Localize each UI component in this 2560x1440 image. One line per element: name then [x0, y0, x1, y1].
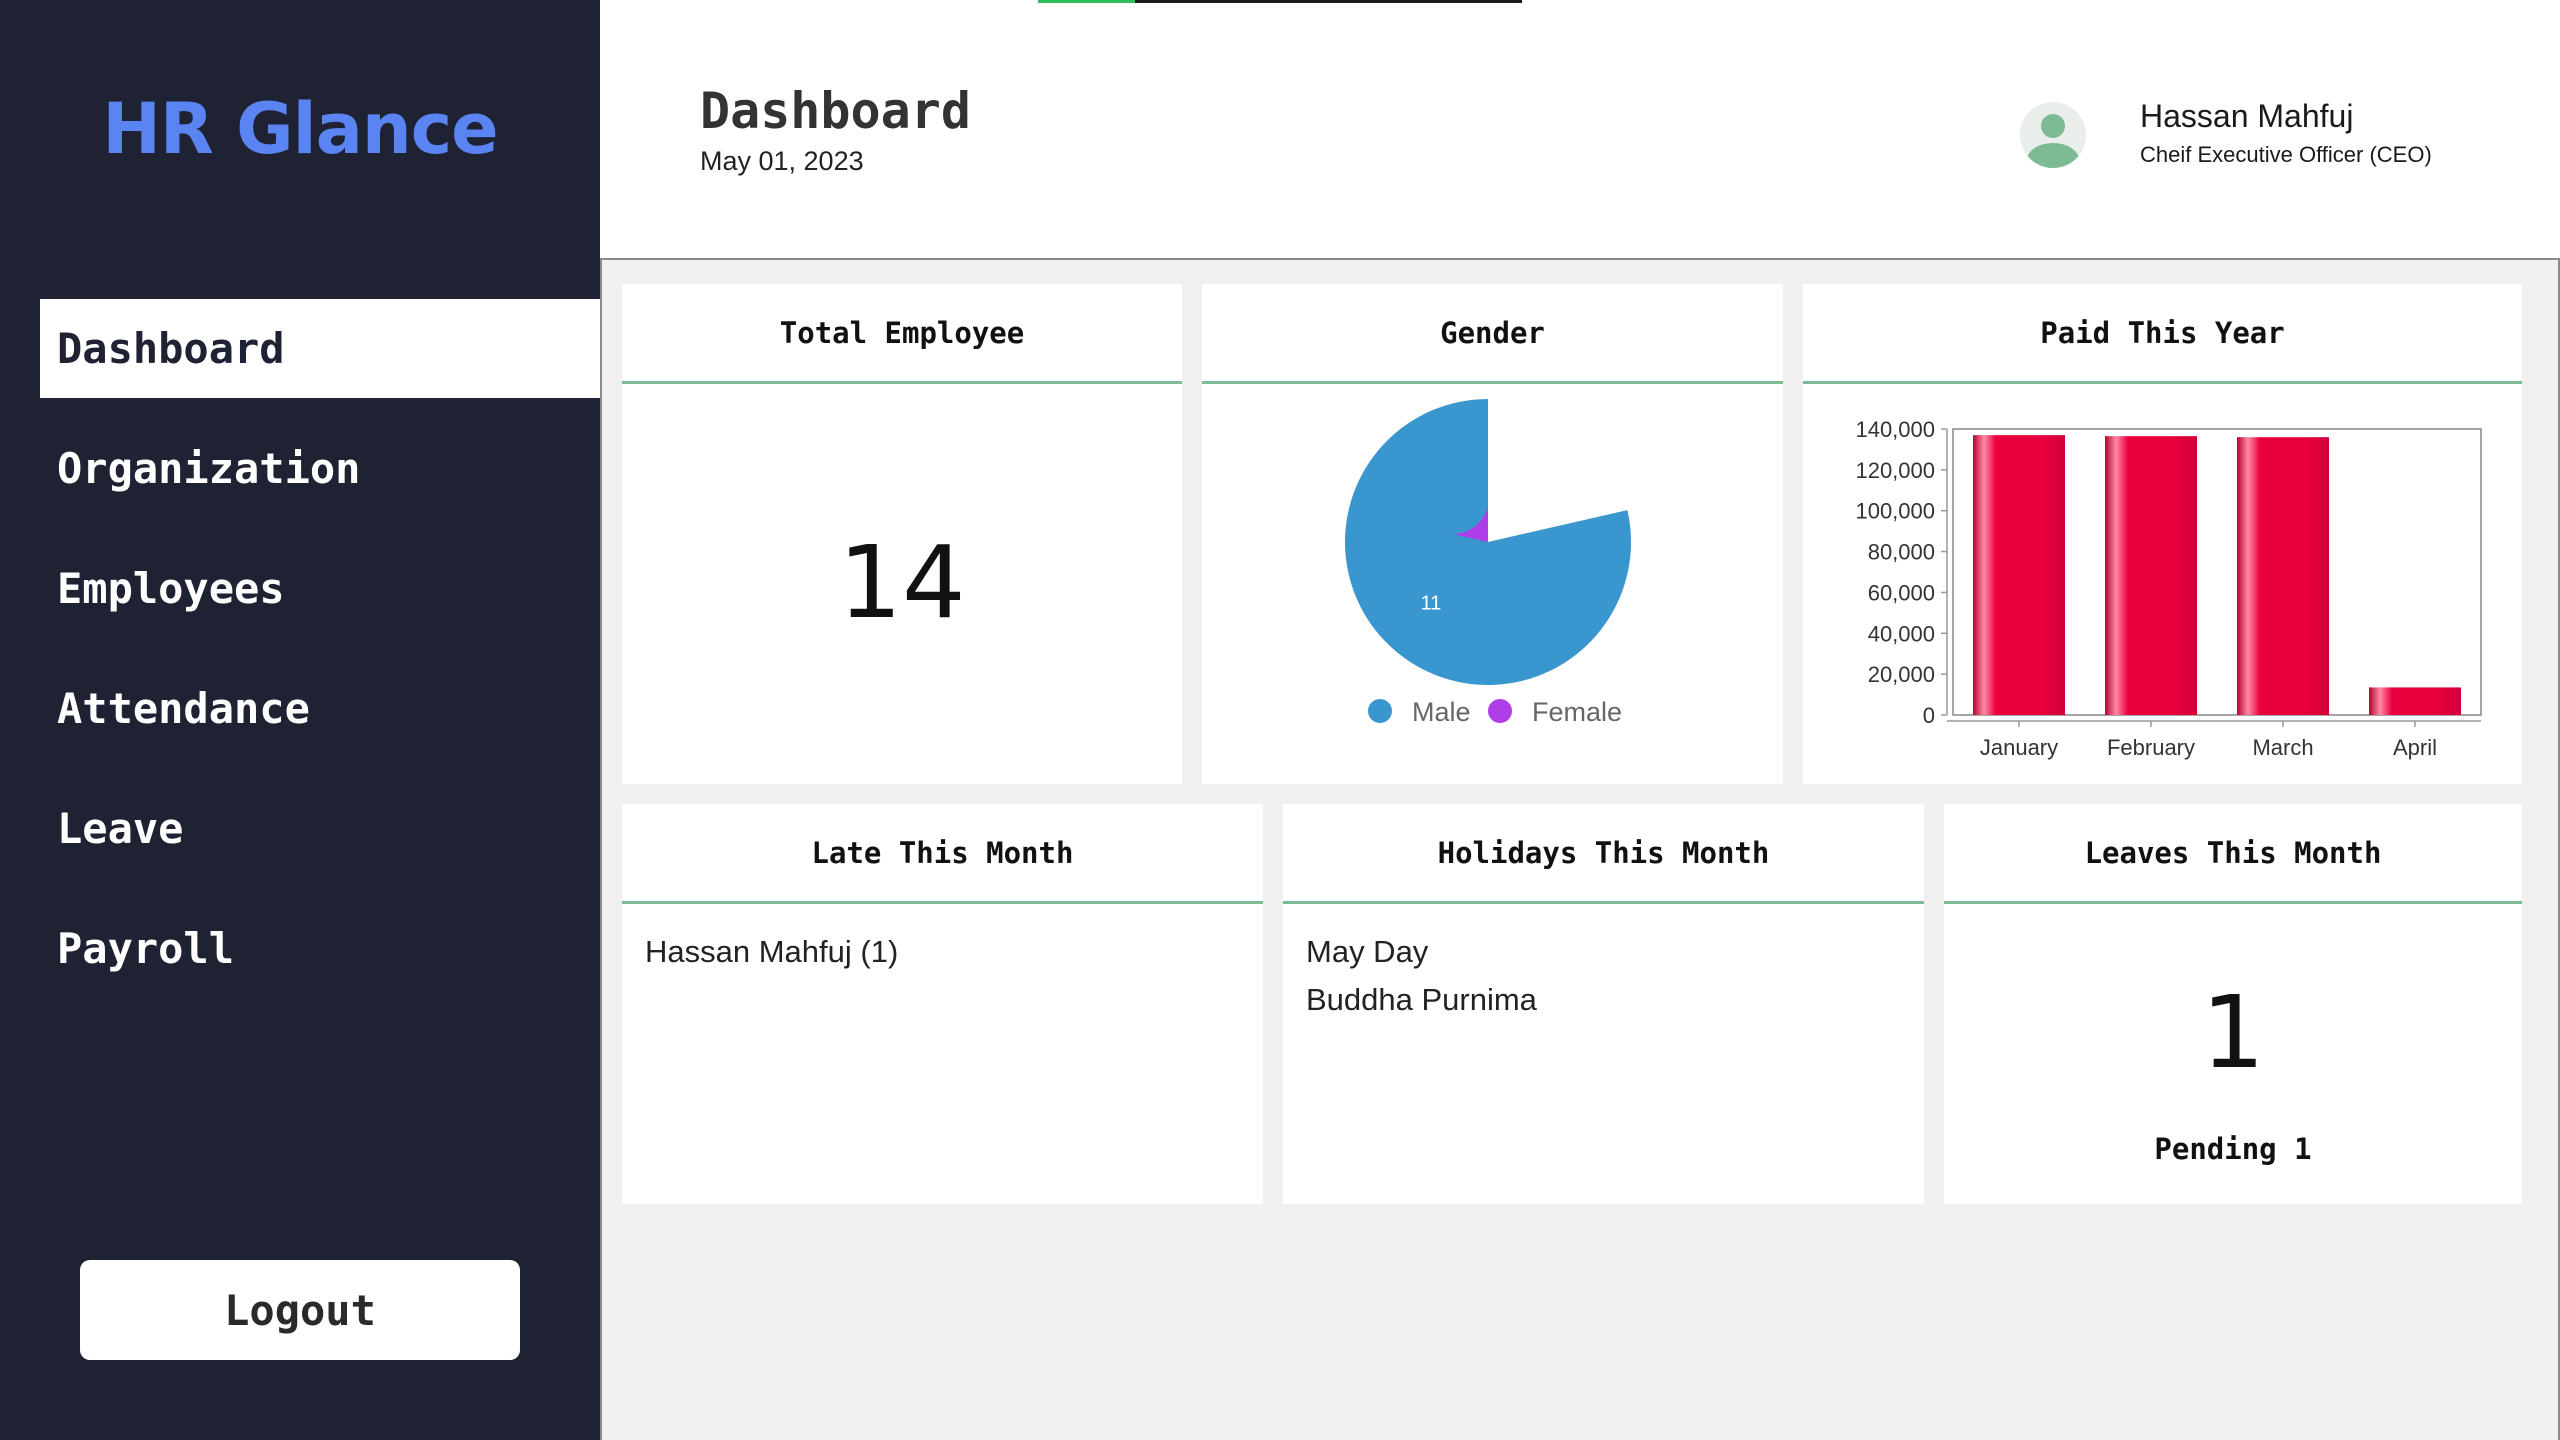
x-tick-label: March [2252, 735, 2313, 760]
gender-pie-chart: 11 3 Male Female [1345, 399, 1631, 727]
y-tick-label: 120,000 [1855, 458, 1935, 483]
gender-card: Gender 11 3 Male Female [1202, 284, 1783, 784]
card-title: Late This Month [622, 804, 1263, 904]
paid-this-year-card: Paid This Year 0 20,000 40,000 60,000 80,000… [1803, 284, 2522, 784]
leaves-this-month-card: Leaves This Month 1 Pending 1 [1944, 804, 2522, 1204]
legend-marker-female [1488, 699, 1512, 723]
holiday-list-item: May Day [1306, 934, 1429, 969]
y-tick-label: 140,000 [1855, 417, 1935, 442]
sidebar-item-organization[interactable]: Organization [40, 419, 600, 518]
sidebar-item-employees[interactable]: Employees [40, 539, 600, 638]
late-list-item: Hassan Mahfuj (1) [645, 934, 899, 969]
user-avatar-icon[interactable] [2020, 102, 2086, 168]
pie-label-male: 11 [1421, 592, 1442, 614]
app-logo-title: HR Glance [102, 88, 498, 170]
bar-april [2369, 687, 2461, 715]
card-title: Paid This Year [1803, 284, 2522, 384]
card-title: Leaves This Month [1944, 804, 2522, 904]
page-title: Dashboard [700, 82, 971, 140]
y-tick-label: 20,000 [1868, 662, 1935, 687]
legend-marker-male [1368, 699, 1392, 723]
legend-label-male: Male [1412, 697, 1471, 727]
bar-january [1973, 435, 2065, 715]
sidebar-item-leave[interactable]: Leave [40, 779, 600, 878]
brand-panel: HR Glance [0, 0, 600, 258]
late-list: Hassan Mahfuj (1) [622, 904, 1263, 976]
y-tick-label: 80,000 [1868, 540, 1935, 565]
y-tick-label: 40,000 [1868, 621, 1935, 646]
sidebar-item-dashboard[interactable]: Dashboard [40, 299, 600, 398]
sidebar-item-attendance[interactable]: Attendance [40, 659, 600, 758]
x-tick-label: January [1980, 735, 2058, 760]
user-role: Cheif Executive Officer (CEO) [2140, 142, 2432, 167]
holiday-list-item: Buddha Purnima [1306, 982, 1537, 1017]
bar-february [2105, 436, 2197, 715]
loading-progress-bar [1038, 0, 1522, 3]
pending-leaves-label: Pending 1 [2154, 1132, 2312, 1166]
y-tick-label: 100,000 [1855, 499, 1935, 524]
late-this-month-card: Late This Month Hassan Mahfuj (1) [622, 804, 1263, 1204]
card-title: Gender [1202, 284, 1783, 384]
card-title: Holidays This Month [1283, 804, 1924, 904]
loading-progress-fill [1038, 0, 1135, 3]
user-name: Hassan Mahfuj [2140, 98, 2354, 134]
legend-label-female: Female [1532, 697, 1622, 727]
holidays-this-month-card: Holidays This Month May Day Buddha Purni… [1283, 804, 1924, 1204]
total-employee-count: 14 [838, 524, 966, 641]
pie-label-female: 3 [1495, 517, 1505, 537]
dashboard-content: Total Employee 14 Gender 11 3 Male Female P… [600, 258, 2560, 1440]
total-employee-card: Total Employee 14 [622, 284, 1182, 784]
holidays-list: May Day Buddha Purnima [1283, 904, 1924, 1024]
y-tick-label: 0 [1923, 703, 1935, 728]
x-tick-label: February [2107, 735, 2195, 760]
y-tick-label: 60,000 [1868, 580, 1935, 605]
sidebar-item-payroll[interactable]: Payroll [40, 899, 600, 998]
logout-button[interactable]: Logout [80, 1260, 520, 1360]
leaves-count: 1 [2201, 974, 2265, 1091]
page-date: May 01, 2023 [700, 146, 864, 176]
app-root: HR Glance Dashboard Organization Employe… [0, 0, 2560, 1440]
bar-march [2237, 437, 2329, 715]
paid-bar-chart: 0 20,000 40,000 60,000 80,000 100,000 120,000 1… [1855, 417, 2482, 760]
header: Dashboard May 01, 2023 Hassan Mahfuj Che… [600, 0, 2560, 258]
card-title: Total Employee [622, 284, 1182, 384]
x-tick-label: April [2393, 735, 2437, 760]
